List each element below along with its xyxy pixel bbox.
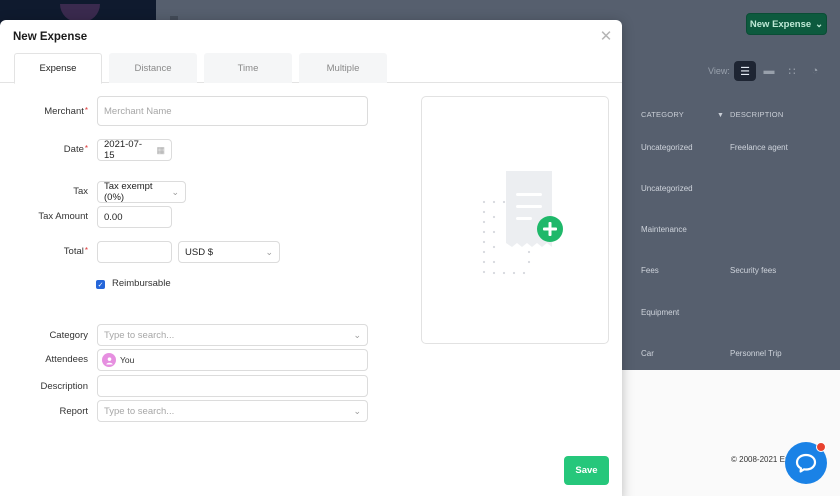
modal-title: New Expense <box>13 31 88 43</box>
row-description: Freelance agent <box>730 143 788 152</box>
reimbursable-checkbox[interactable]: ✓ <box>96 280 105 289</box>
total-field[interactable] <box>97 241 172 263</box>
date-value: 2021-07-15 <box>104 139 143 161</box>
chart-view-button[interactable]: ◔ <box>804 61 826 81</box>
attendees-field[interactable]: You <box>97 349 368 371</box>
description-field[interactable] <box>97 375 368 397</box>
column-header-description[interactable]: DESCRIPTION <box>730 110 783 119</box>
sort-desc-icon[interactable]: ▼ <box>717 112 724 119</box>
compact-list-icon: ▬ <box>763 65 775 77</box>
tax-value: Tax exempt (0%) <box>104 181 153 203</box>
notification-badge <box>816 442 826 452</box>
chevron-down-icon: ⌄ <box>171 186 179 197</box>
pie-chart-icon: ◔ <box>811 65 819 77</box>
category-select[interactable]: Type to search... ⌄ <box>97 324 368 346</box>
report-select[interactable]: Type to search... ⌄ <box>97 400 368 422</box>
row-category: Uncategorized <box>641 184 693 193</box>
row-category: Uncategorized <box>641 143 693 152</box>
row-category: Maintenance <box>641 225 687 234</box>
compact-view-button[interactable]: ▬ <box>758 61 780 81</box>
add-receipt-icon[interactable] <box>422 97 610 345</box>
user-avatar-icon <box>102 353 116 367</box>
attendee-chip[interactable]: You <box>120 355 134 365</box>
row-category: Car <box>641 349 654 358</box>
tab-time[interactable]: Time <box>204 53 292 83</box>
chevron-down-icon: ⌄ <box>353 405 361 416</box>
attendees-label: Attendees <box>45 354 88 365</box>
merchant-field[interactable] <box>97 96 368 126</box>
row-category: Fees <box>641 266 659 275</box>
save-button[interactable]: Save <box>564 456 609 485</box>
calendar-icon[interactable]: ▦ <box>156 145 165 156</box>
tab-multiple[interactable]: Multiple <box>299 53 387 83</box>
chat-bubble-icon <box>795 453 817 473</box>
grid-view-button[interactable]: ∷ <box>781 61 803 81</box>
total-label: Total* <box>63 246 88 257</box>
list-icon: ☰ <box>740 65 750 78</box>
list-view-button[interactable]: ☰ <box>734 61 756 81</box>
report-placeholder: Type to search... <box>104 405 175 417</box>
tax-amount-value: 0.00 <box>104 211 123 223</box>
date-label: Date* <box>63 144 88 155</box>
currency-select[interactable]: USD $ ⌄ <box>178 241 280 263</box>
chevron-down-icon: ⌄ <box>815 18 824 30</box>
row-description: Security fees <box>730 266 777 275</box>
reimbursable-label[interactable]: Reimbursable <box>112 278 171 289</box>
chevron-down-icon: ⌄ <box>265 246 273 257</box>
close-icon: ✕ <box>599 28 613 45</box>
date-field[interactable]: 2021-07-15 ▦ <box>97 139 172 161</box>
description-label: Description <box>40 381 88 392</box>
copyright-text: © 2008-2021 Ex <box>731 455 789 464</box>
report-label: Report <box>59 406 88 417</box>
currency-value: USD $ <box>185 246 213 258</box>
receipt-dropzone[interactable] <box>421 96 609 344</box>
chevron-down-icon: ⌄ <box>353 329 361 340</box>
tax-amount-field[interactable]: 0.00 <box>97 206 172 228</box>
checkmark-icon: ✓ <box>97 281 104 289</box>
new-expense-label: New Expense <box>749 18 812 30</box>
view-label: View: <box>708 66 730 76</box>
tax-amount-label: Tax Amount <box>38 211 88 222</box>
expense-type-tabs: Expense Distance Time Multiple <box>0 53 622 84</box>
row-description: Personnel Trip <box>730 349 782 358</box>
category-placeholder: Type to search... <box>104 329 175 341</box>
tax-select[interactable]: Tax exempt (0%) ⌄ <box>97 181 186 203</box>
grid-icon: ∷ <box>788 65 796 78</box>
merchant-input[interactable] <box>104 105 361 117</box>
tab-distance[interactable]: Distance <box>109 53 197 83</box>
close-button[interactable]: ✕ <box>598 28 614 45</box>
tax-label: Tax <box>73 186 88 197</box>
column-header-category[interactable]: CATEGORY <box>641 110 684 119</box>
tab-expense[interactable]: Expense <box>14 53 102 84</box>
merchant-label: Merchant* <box>44 106 88 117</box>
category-label: Category <box>49 330 88 341</box>
new-expense-button[interactable]: New Expense ⌄ <box>746 13 827 35</box>
new-expense-modal: New Expense ✕ Expense Distance Time Mult… <box>0 20 622 496</box>
row-category: Equipment <box>641 308 680 317</box>
